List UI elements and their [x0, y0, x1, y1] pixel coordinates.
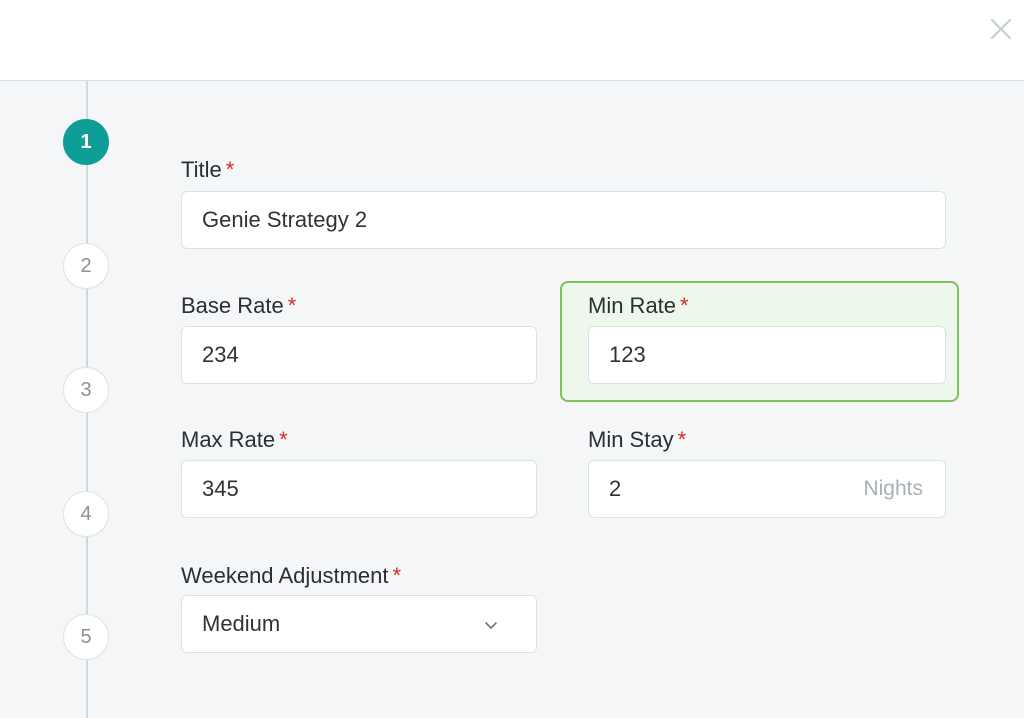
step-5[interactable]: 5 — [63, 614, 109, 660]
weekend-adjustment-label-text: Weekend Adjustment — [181, 563, 389, 588]
min-rate-label-text: Min Rate — [588, 293, 677, 318]
required-mark: * — [680, 293, 689, 318]
title-label-text: Title — [181, 157, 222, 182]
nights-suffix: Nights — [863, 477, 923, 500]
min-stay-label-text: Min Stay — [588, 427, 674, 452]
min-rate-field[interactable] — [588, 326, 946, 384]
modal-header — [0, 0, 1024, 81]
max-rate-input[interactable] — [202, 461, 536, 517]
base-rate-label: Base Rate * — [181, 293, 296, 319]
required-mark: * — [287, 293, 297, 318]
weekend-adjustment-select[interactable]: Medium — [181, 595, 537, 653]
required-mark: * — [225, 157, 235, 182]
max-rate-field[interactable] — [181, 460, 537, 518]
required-mark: * — [392, 563, 402, 588]
max-rate-label: Max Rate * — [181, 427, 288, 453]
min-stay-input[interactable] — [609, 461, 809, 517]
min-rate-input[interactable] — [609, 327, 945, 383]
weekend-adjustment-label: Weekend Adjustment * — [181, 563, 401, 589]
step-3[interactable]: 3 — [63, 367, 109, 413]
title-input[interactable] — [202, 192, 945, 248]
weekend-adjustment-value: Medium — [202, 611, 281, 636]
base-rate-label-text: Base Rate — [181, 293, 284, 318]
base-rate-field[interactable] — [181, 326, 537, 384]
min-stay-field[interactable]: Nights — [588, 460, 946, 518]
close-icon[interactable] — [988, 16, 1014, 42]
chevron-down-icon — [485, 622, 497, 629]
required-mark: * — [677, 427, 687, 452]
step-2[interactable]: 2 — [63, 243, 109, 289]
title-field[interactable] — [181, 191, 946, 249]
step-4[interactable]: 4 — [63, 491, 109, 537]
max-rate-label-text: Max Rate — [181, 427, 276, 452]
required-mark: * — [279, 427, 288, 452]
min-stay-label: Min Stay * — [588, 427, 686, 453]
title-label: Title * — [181, 157, 234, 183]
step-1[interactable]: 1 — [63, 119, 109, 165]
min-rate-label: Min Rate * — [588, 293, 689, 319]
base-rate-input[interactable] — [202, 327, 536, 383]
